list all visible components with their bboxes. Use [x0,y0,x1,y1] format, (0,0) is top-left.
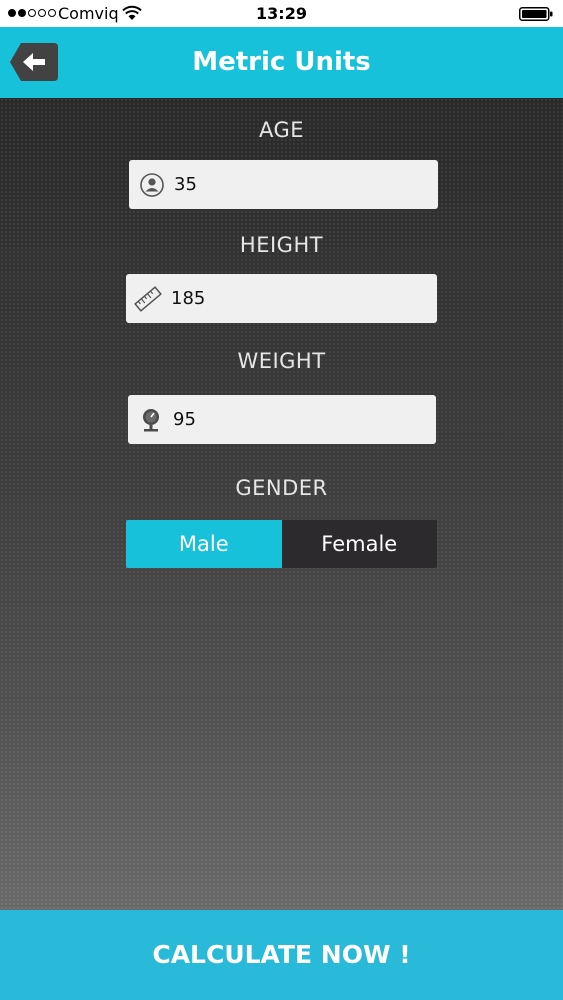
scale-icon [143,409,159,432]
height-label: HEIGHT [239,233,324,257]
height-value: 185 [171,288,206,309]
weight-value: 95 [173,409,196,430]
header-bar: Metric Units [0,27,563,98]
ruler-icon [134,286,162,312]
weight-label: WEIGHT [237,349,326,373]
person-icon [140,173,164,197]
age-input[interactable]: 35 [129,160,438,209]
battery-icon [519,7,553,21]
main-content [0,98,563,910]
screen: Comviq 13:29 Metric Units AGE 35 HEIGHT … [0,0,563,1000]
status-time: 13:29 [256,4,307,23]
page-title: Metric Units [192,47,371,77]
gender-female-option[interactable]: Female [281,520,437,568]
gender-toggle: Male Female [126,520,437,568]
age-label: AGE [258,118,305,142]
status-bar: Comviq 13:29 [0,0,563,27]
gender-male-option[interactable]: Male [126,520,282,568]
age-value: 35 [174,174,197,195]
gender-label: GENDER [235,476,328,500]
calculate-button[interactable]: CALCULATE NOW ! [0,910,563,1000]
height-input[interactable]: 185 [126,274,437,323]
weight-input[interactable]: 95 [128,395,436,444]
